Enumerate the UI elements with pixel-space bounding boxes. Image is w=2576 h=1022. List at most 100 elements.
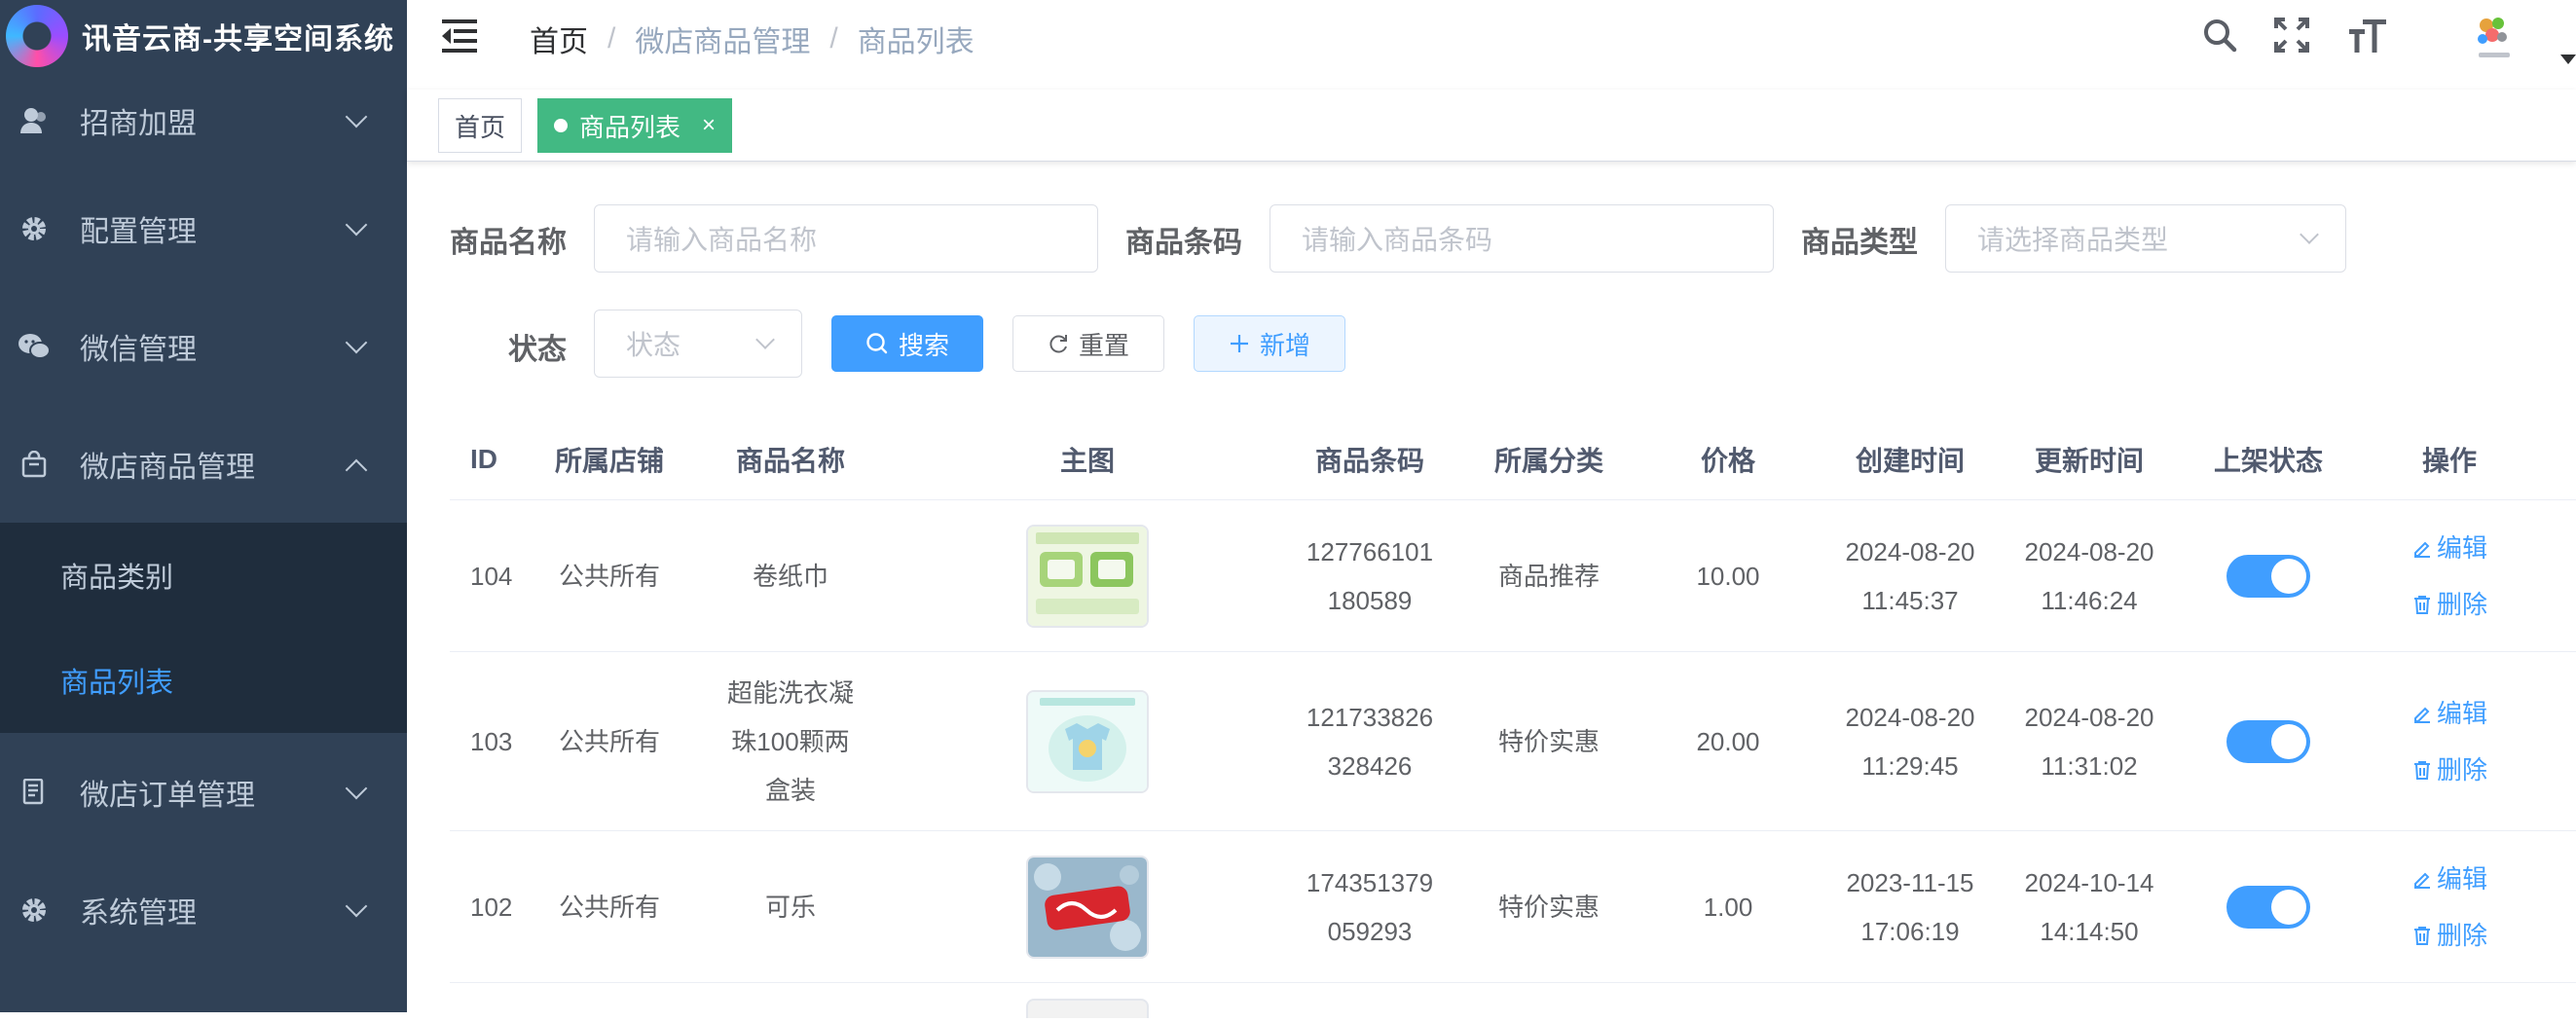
search-button[interactable]: 搜索 [831, 315, 983, 372]
submenu-shop-goods: 商品类别 商品列表 [0, 523, 407, 733]
column-header: 商品名称 [735, 445, 845, 476]
cell-name-line: 可乐 [764, 892, 816, 922]
table-row [450, 983, 2576, 1022]
cell-created-date: 2023-11-15 [1846, 867, 1974, 897]
edit-button[interactable]: 编辑 [2358, 685, 2541, 742]
cell-shop: 公共所有 [558, 726, 660, 756]
cell-name: 可乐 [683, 883, 898, 931]
sidebar-item-label: 微店商品管理 [80, 451, 255, 484]
close-icon[interactable]: × [702, 112, 716, 139]
product-image-partial[interactable] [1026, 999, 1149, 1018]
search-button-label: 搜索 [898, 330, 949, 360]
on-shelf-toggle[interactable] [2226, 885, 2310, 929]
edit-button[interactable]: 编辑 [2358, 851, 2541, 907]
column-header: ID [470, 443, 497, 474]
breadcrumb-home[interactable]: 首页 [530, 18, 588, 60]
delete-button[interactable]: 删除 [2358, 907, 2541, 964]
search-icon [865, 332, 889, 355]
cell-code-line: 127766101 [1306, 536, 1434, 566]
sidebar-item-goods-category[interactable]: 商品类别 [0, 523, 407, 628]
hamburger-menu-icon[interactable] [442, 19, 481, 53]
cell-created: 2024-08-20 11:45:37 [1821, 528, 2000, 625]
cell-created-time: 11:45:37 [1861, 585, 1959, 615]
sidebar-item-config[interactable]: 配置管理 [0, 169, 407, 287]
avatar[interactable] [2465, 10, 2523, 68]
reset-button[interactable]: 重置 [1012, 315, 1164, 372]
column-header: 操作 [2421, 445, 2477, 476]
shopping-bag-icon [18, 448, 51, 481]
sidebar-item-label: 配置管理 [80, 215, 197, 248]
goods-type-select[interactable]: 请选择商品类型 [1945, 204, 2346, 273]
cell-code: 174351379 059293 [1277, 858, 1462, 956]
delete-label: 删除 [2436, 754, 2487, 785]
tags-view: 首页 商品列表 × [407, 90, 2576, 162]
cell-updated-date: 2024-08-20 [2024, 702, 2154, 732]
delete-button[interactable]: 删除 [2358, 742, 2541, 798]
goods-name-input[interactable]: 请输入商品名称 [594, 204, 1098, 273]
add-button[interactable]: 新增 [1194, 315, 1345, 372]
cell-name: 超能洗衣凝 珠100颗两 盒装 [683, 669, 898, 815]
cell-code-line: 059293 [1327, 916, 1413, 946]
cell-price: 1.00 [1703, 892, 1753, 922]
cell-id: 103 [470, 726, 513, 756]
chevron-down-icon [345, 894, 368, 917]
cell-price: 20.00 [1696, 726, 1760, 756]
search-icon[interactable] [2198, 14, 2241, 56]
product-image-cola[interactable] [1026, 855, 1149, 959]
cell-name-line: 卷纸巾 [752, 561, 828, 591]
cell-updated-time: 11:31:02 [2041, 750, 2138, 781]
cell-category: 商品推荐 [1497, 561, 1600, 591]
tag-goods-list[interactable]: 商品列表 × [537, 98, 733, 153]
chevron-down-icon [345, 105, 368, 128]
cell-name-line: 盒装 [764, 775, 816, 805]
cell-image [898, 689, 1277, 793]
on-shelf-toggle[interactable] [2226, 554, 2310, 598]
tag-home[interactable]: 首页 [438, 98, 523, 153]
cell-name: 卷纸巾 [683, 552, 898, 601]
table-row: 103 公共所有 超能洗衣凝 珠100颗两 盒装 121733826 32842… [450, 652, 2576, 831]
goods-name-placeholder: 请输入商品名称 [626, 225, 818, 255]
add-button-label: 新增 [1259, 330, 1310, 360]
toggle-knob [2271, 558, 2306, 594]
cell-created-time: 17:06:19 [1860, 916, 1960, 946]
chevron-down-icon [2300, 225, 2319, 244]
sidebar-item-investment[interactable]: 招商加盟 [0, 72, 407, 169]
breadcrumb-separator: / [829, 22, 838, 55]
column-header: 创建时间 [1855, 445, 1965, 476]
sidebar-item-system[interactable]: 系统管理 [0, 851, 407, 968]
cell-actions: 编辑 删除 [2358, 851, 2541, 964]
gear-icon [18, 894, 51, 927]
product-image-laundry-pods[interactable] [1026, 689, 1149, 793]
cell-shop: 公共所有 [558, 561, 660, 591]
sidebar-item-wechat[interactable]: 微信管理 [0, 287, 407, 405]
sidebar-item-goods-list[interactable]: 商品列表 [0, 628, 407, 733]
column-header: 所属店铺 [554, 445, 664, 476]
column-header: 主图 [1059, 445, 1115, 476]
app-logo-area: 讯音云商-共享空间系统 [0, 0, 407, 72]
cell-updated: 2024-10-14 14:14:50 [2000, 858, 2179, 956]
cell-created-time: 11:29:45 [1861, 750, 1959, 781]
edit-button[interactable]: 编辑 [2358, 520, 2541, 576]
edit-label: 编辑 [2436, 532, 2487, 563]
product-image-tissue[interactable] [1026, 524, 1149, 628]
sidebar-item-label: 微店订单管理 [80, 779, 255, 812]
goods-table: ID 所属店铺 商品名称 主图 商品条码 所属分类 价格 创建时间 更新时间 上… [450, 419, 2576, 1022]
edit-label: 编辑 [2436, 863, 2487, 894]
status-placeholder: 状态 [626, 330, 681, 360]
chevron-down-icon [755, 330, 775, 349]
goods-code-input[interactable]: 请输入商品条码 [1270, 204, 1774, 273]
edit-icon [2413, 541, 2430, 558]
on-shelf-toggle[interactable] [2226, 719, 2310, 763]
delete-button[interactable]: 删除 [2358, 576, 2541, 633]
caret-down-icon[interactable] [2560, 55, 2576, 64]
status-select[interactable]: 状态 [594, 310, 802, 378]
fullscreen-icon[interactable] [2270, 14, 2313, 56]
delete-label: 删除 [2436, 920, 2487, 950]
font-size-icon[interactable] [2346, 14, 2389, 56]
app-title: 讯音云商-共享空间系统 [82, 23, 394, 55]
sidebar-item-shop-goods[interactable]: 微店商品管理 [0, 405, 407, 523]
cell-updated-time: 11:46:24 [2041, 585, 2138, 615]
sidebar-item-shop-orders[interactable]: 微店订单管理 [0, 733, 407, 851]
user-icon [18, 104, 51, 137]
trash-icon [2413, 595, 2430, 614]
